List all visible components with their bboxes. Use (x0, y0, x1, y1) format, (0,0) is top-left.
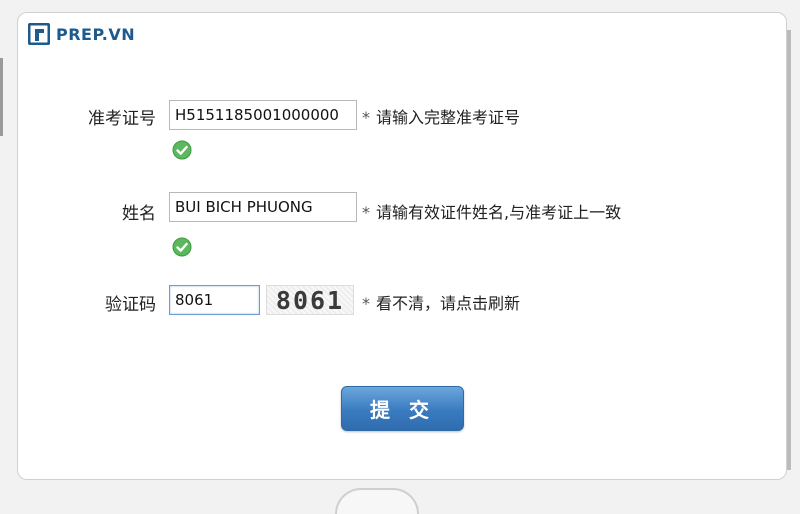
exam-id-input[interactable] (169, 100, 357, 130)
check-circle-icon (172, 140, 192, 160)
captcha-hint-text: 看不清，请点击刷新 (376, 294, 521, 313)
captcha-label: 验证码 (105, 295, 156, 315)
name-label: 姓名 (122, 204, 156, 224)
exam-id-label: 准考证号 (88, 109, 156, 129)
check-circle-icon (172, 237, 192, 257)
exam-id-hint: * 请输入完整准考证号 (362, 104, 520, 128)
prep-logo-icon (28, 23, 50, 45)
required-mark: * (362, 108, 370, 127)
required-mark: * (362, 294, 370, 313)
window-edge-left (0, 58, 3, 136)
required-mark: * (362, 203, 370, 222)
name-hint-text: 请输有效证件姓名,与准考证上一致 (376, 203, 622, 222)
brand-name: PREP.VN (56, 24, 136, 44)
exam-id-hint-text: 请输入完整准考证号 (376, 108, 521, 127)
captcha-input[interactable] (169, 285, 260, 315)
name-input[interactable] (169, 192, 357, 222)
name-hint: * 请输有效证件姓名,与准考证上一致 (362, 199, 621, 223)
brand-logo: PREP.VN (28, 22, 135, 46)
scrollbar[interactable] (787, 30, 791, 470)
submit-button[interactable]: 提 交 (341, 386, 464, 431)
captcha-hint[interactable]: * 看不清，请点击刷新 (362, 290, 520, 314)
captcha-image-text: 8061 (275, 285, 345, 315)
captcha-image[interactable]: 8061 (266, 285, 354, 315)
bottom-decoration (335, 488, 419, 514)
